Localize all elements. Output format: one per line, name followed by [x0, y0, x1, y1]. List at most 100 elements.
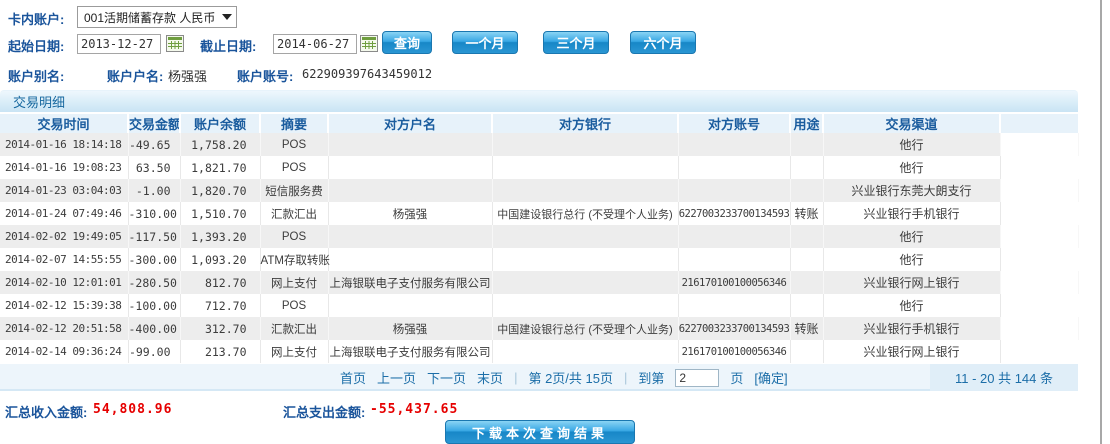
three-month-button[interactable]: 三个月: [543, 31, 609, 54]
prev-page-link[interactable]: 上一页: [377, 368, 416, 387]
column-header-channel: 交易渠道: [823, 114, 1001, 133]
cell-amount: -117.50: [128, 225, 181, 248]
table-row: 2014-01-24 07:49:46 -310.00 1,510.70 汇款汇出 杨强…: [0, 202, 1078, 225]
column-header-summary: 摘要: [260, 114, 329, 133]
cell-balance: 1,821.70: [180, 156, 261, 179]
six-month-button[interactable]: 六个月: [630, 31, 696, 54]
cell-summary: 汇款汇出: [260, 317, 329, 340]
cell-time: 2014-01-16 18:14:18: [0, 133, 129, 156]
cell-summary: POS: [260, 133, 329, 156]
account-select-value: 001活期储蓄存款 人民币: [84, 10, 216, 25]
cell-counterparty-bank: 中国建设银行总行 (不受理个人业务): [492, 317, 679, 340]
cell-spacer: [1000, 156, 1078, 179]
column-header-counterparty-name: 对方户名: [328, 114, 493, 133]
cell-channel: 兴业银行手机银行: [823, 317, 1001, 340]
page-info: 第 2页/共 15页: [528, 371, 613, 386]
cell-counterparty-name: [328, 294, 493, 317]
cell-balance: 1,758.20: [180, 133, 261, 156]
cell-summary: 网上支付: [260, 340, 329, 363]
cell-channel: 他行: [823, 225, 1001, 248]
cell-counterparty-bank: [492, 225, 679, 248]
cell-purpose: [790, 179, 824, 202]
cell-time: 2014-02-02 19:49:05: [0, 225, 129, 248]
cell-counterparty-name: [328, 248, 493, 271]
cell-counterparty-name: 上海银联电子支付服务有限公司: [328, 340, 493, 363]
transactions-table: 交易时间 交易金额 账户余额 摘要 对方户名 对方银行 对方账号 用途 交易渠道 2014-01…: [0, 114, 1079, 363]
one-month-button[interactable]: 一个月: [452, 31, 518, 54]
cell-amount: -1.00: [128, 179, 181, 202]
cell-amount: -310.00: [128, 202, 181, 225]
cell-time: 2014-01-23 03:04:03: [0, 179, 129, 202]
table-row: 2014-01-16 18:14:18 -49.65 1,758.20 POS 他行: [0, 133, 1079, 156]
cell-counterparty-name: [328, 133, 493, 156]
cell-counterparty-bank: [492, 271, 679, 294]
account-label: 卡内账户:: [8, 12, 65, 27]
alias-label: 账户别名:: [8, 69, 65, 84]
table-row: 2014-02-14 09:36:24 -99.00 213.70 网上支付 上海银联电…: [0, 340, 1078, 363]
goto-confirm-link[interactable]: [确定]: [754, 368, 787, 387]
cell-time: 2014-01-16 19:08:23: [0, 156, 129, 179]
table-row: 2014-01-16 19:08:23 63.50 1,821.70 POS 他行: [0, 156, 1078, 179]
first-page-link[interactable]: 首页: [340, 368, 366, 387]
cell-channel: 兴业银行网上银行: [823, 271, 1001, 294]
holder-label: 账户户名:: [107, 69, 164, 84]
cell-counterparty-name: [328, 225, 493, 248]
cell-purpose: [790, 271, 824, 294]
cell-purpose: 转账: [790, 202, 824, 225]
last-page-link[interactable]: 末页: [477, 368, 503, 387]
cell-balance: 1,510.70: [180, 202, 261, 225]
table-header-row: 交易时间 交易金额 账户余额 摘要 对方户名 对方银行 对方账号 用途 交易渠道: [0, 114, 1078, 133]
account-no-value: 622909397643459012: [302, 67, 433, 81]
calendar-icon[interactable]: [166, 35, 184, 52]
cell-time: 2014-01-24 07:49:46: [0, 202, 129, 225]
cell-balance: 1,820.70: [180, 179, 261, 202]
next-page-link[interactable]: 下一页: [427, 368, 466, 387]
cell-purpose: [790, 133, 824, 156]
table-row: 2014-02-12 20:51:58 -400.00 312.70 汇款汇出 杨强强中…: [0, 317, 1079, 340]
section-bar: 交易明细: [0, 90, 1078, 112]
holder-value: 杨强强: [168, 69, 208, 84]
goto-page-input[interactable]: [675, 368, 720, 387]
cell-time: 2014-02-14 09:36:24: [0, 340, 129, 363]
separator: |: [514, 370, 518, 385]
cell-purpose: [790, 294, 824, 317]
start-date-input[interactable]: [77, 34, 161, 54]
section-title: 交易明细: [13, 95, 66, 110]
cell-balance: 812.70: [180, 271, 261, 294]
cell-counterparty-bank: [492, 248, 679, 271]
cell-summary: 网上支付: [260, 271, 329, 294]
cell-amount: -280.50: [128, 271, 181, 294]
pagination: 首页 上一页 下一页 末页 | 第 2页/共 15页 | 到第 页 [确定]: [340, 364, 788, 391]
income-value: 54,808.96: [93, 402, 173, 417]
account-no-label: 账户账号:: [237, 69, 294, 84]
query-button[interactable]: 查询: [382, 31, 432, 54]
cell-summary: POS: [260, 294, 329, 317]
chevron-down-icon: [222, 14, 232, 20]
cell-counterparty-name: [328, 156, 493, 179]
cell-counterparty-account: 216170100100056346: [678, 340, 791, 363]
cell-counterparty-account: 6227003233700134593: [678, 317, 791, 340]
cell-summary: POS: [260, 225, 329, 248]
account-select[interactable]: 001活期储蓄存款 人民币: [77, 6, 237, 28]
cell-counterparty-bank: [492, 133, 679, 156]
cell-balance: 213.70: [180, 340, 261, 363]
cell-balance: 712.70: [180, 294, 261, 317]
cell-balance: 1,393.20: [180, 225, 261, 248]
cell-spacer: [1000, 317, 1079, 340]
calendar-icon[interactable]: [360, 35, 378, 52]
goto-label: 到第: [638, 371, 665, 386]
cell-summary: ATM存取转账: [260, 248, 330, 271]
cell-time: 2014-02-12 20:51:58: [0, 317, 129, 340]
download-results-button[interactable]: 下载本次查询结果: [445, 420, 635, 444]
column-header-counterparty-bank: 对方银行: [492, 114, 679, 133]
cell-amount: -99.00: [128, 340, 181, 363]
cell-balance: 312.70: [180, 317, 261, 340]
cell-spacer: [1000, 271, 1079, 294]
cell-time: 2014-02-07 14:55:55: [0, 248, 129, 271]
cell-counterparty-bank: [492, 179, 679, 202]
column-header-counterparty-account: 对方账号: [678, 114, 791, 133]
end-date-input[interactable]: [273, 34, 357, 54]
cell-counterparty-account: [678, 225, 791, 248]
cell-counterparty-name: 杨强强: [328, 317, 493, 340]
cell-channel: 他行: [823, 294, 1001, 317]
